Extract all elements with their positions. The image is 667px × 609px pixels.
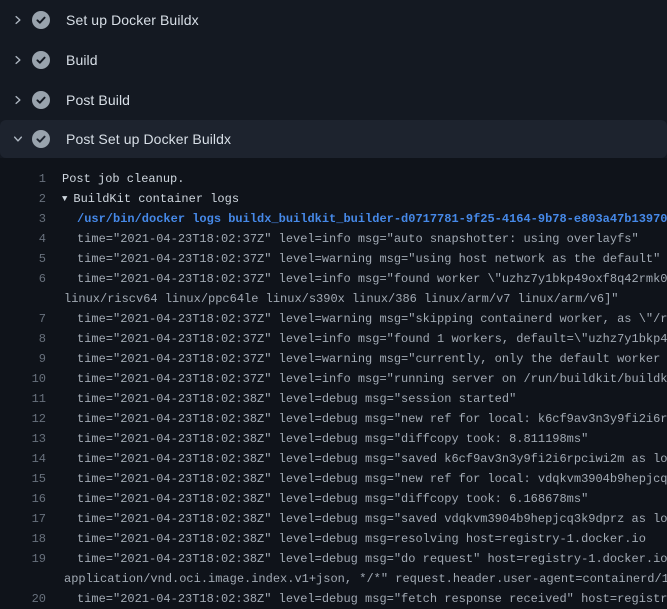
chevron-down-icon [12,133,24,145]
log-line-number[interactable]: 7 [0,309,46,329]
step-label: Post Build [66,92,130,108]
log-line-number[interactable]: 11 [0,389,46,409]
log-line-text: time="2021-04-23T18:02:38Z" level=debug … [46,409,667,429]
chevron-right-icon [12,14,24,26]
log-line: 1Post job cleanup. [0,169,667,189]
chevron-right-icon [12,94,24,106]
log-line: 18time="2021-04-23T18:02:38Z" level=debu… [0,529,667,549]
log-line-number[interactable]: 6 [0,269,46,289]
log-line-text: time="2021-04-23T18:02:38Z" level=debug … [46,489,588,509]
check-circle-icon [32,51,50,69]
log-line: 20time="2021-04-23T18:02:38Z" level=debu… [0,589,667,609]
log-line: 4time="2021-04-23T18:02:37Z" level=info … [0,229,667,249]
log-line: 5time="2021-04-23T18:02:37Z" level=warni… [0,249,667,269]
log-line: 19time="2021-04-23T18:02:38Z" level=debu… [0,549,667,569]
chevron-right-icon [12,54,24,66]
log-line: 6time="2021-04-23T18:02:37Z" level=info … [0,269,667,289]
log-line-number[interactable]: 20 [0,589,46,609]
log-line-number[interactable]: 1 [0,169,46,189]
log-line-text: time="2021-04-23T18:02:37Z" level=warnin… [46,349,667,369]
log-line-text: time="2021-04-23T18:02:38Z" level=debug … [46,549,667,569]
step-row-post-build[interactable]: Post Build [0,80,667,120]
log-line-number[interactable]: 10 [0,369,46,389]
log-line: 17time="2021-04-23T18:02:38Z" level=debu… [0,509,667,529]
log-line-text: time="2021-04-23T18:02:38Z" level=debug … [46,509,667,529]
log-area: 1Post job cleanup.2▼BuildKit container l… [0,160,667,609]
step-row-post-setup-docker-buildx[interactable]: Post Set up Docker Buildx [0,120,667,158]
check-circle-icon [32,130,50,148]
log-line: application/vnd.oci.image.index.v1+json,… [0,569,667,589]
log-line-text: time="2021-04-23T18:02:38Z" level=debug … [46,429,588,449]
log-line-text: Post job cleanup. [46,169,184,189]
log-line-text: time="2021-04-23T18:02:38Z" level=debug … [46,449,667,469]
log-line: 12time="2021-04-23T18:02:38Z" level=debu… [0,409,667,429]
log-line-number[interactable]: 8 [0,329,46,349]
log-line-text: time="2021-04-23T18:02:37Z" level=warnin… [46,309,667,329]
step-row-setup-docker-buildx[interactable]: Set up Docker Buildx [0,0,667,40]
check-circle-icon [32,11,50,29]
log-line-text: time="2021-04-23T18:02:37Z" level=warnin… [46,249,660,269]
log-line-number[interactable]: 15 [0,469,46,489]
log-line-number[interactable]: 5 [0,249,46,269]
log-line-number[interactable]: 19 [0,549,46,569]
log-line-number [0,289,46,309]
log-line-text: time="2021-04-23T18:02:37Z" level=info m… [46,369,667,389]
log-line: 11time="2021-04-23T18:02:38Z" level=debu… [0,389,667,409]
log-line: 13time="2021-04-23T18:02:38Z" level=debu… [0,429,667,449]
log-line: 14time="2021-04-23T18:02:38Z" level=debu… [0,449,667,469]
log-line: 8time="2021-04-23T18:02:37Z" level=info … [0,329,667,349]
log-line: 10time="2021-04-23T18:02:37Z" level=info… [0,369,667,389]
log-line: 7time="2021-04-23T18:02:37Z" level=warni… [0,309,667,329]
log-group-title[interactable]: BuildKit container logs [67,189,239,209]
log-line-text: time="2021-04-23T18:02:38Z" level=debug … [46,469,667,489]
log-line-text: /usr/bin/docker logs buildx_buildkit_bui… [46,209,667,229]
log-line: 16time="2021-04-23T18:02:38Z" level=debu… [0,489,667,509]
log-line: 15time="2021-04-23T18:02:38Z" level=debu… [0,469,667,489]
log-line-number[interactable]: 9 [0,349,46,369]
step-label: Post Set up Docker Buildx [66,131,231,147]
log-line-text: time="2021-04-23T18:02:37Z" level=info m… [46,329,667,349]
log-line-number[interactable]: 18 [0,529,46,549]
check-circle-icon [32,91,50,109]
log-line-number[interactable]: 4 [0,229,46,249]
log-line-text: time="2021-04-23T18:02:38Z" level=debug … [46,529,646,549]
log-line-text: time="2021-04-23T18:02:38Z" level=debug … [46,389,516,409]
log-line-number[interactable]: 12 [0,409,46,429]
log-line-text: time="2021-04-23T18:02:37Z" level=info m… [46,269,667,289]
log-line-text: time="2021-04-23T18:02:38Z" level=debug … [46,589,667,609]
steps-list: Set up Docker Buildx Build Post Build Po… [0,0,667,158]
log-line-number[interactable]: 16 [0,489,46,509]
log-line: 9time="2021-04-23T18:02:37Z" level=warni… [0,349,667,369]
log-line-number[interactable]: 2 [0,189,46,209]
step-row-build[interactable]: Build [0,40,667,80]
log-line-text: time="2021-04-23T18:02:37Z" level=info m… [46,229,639,249]
log-line-number[interactable]: 3 [0,209,46,229]
step-label: Build [66,52,98,68]
log-line-number[interactable]: 17 [0,509,46,529]
log-line-command: 3/usr/bin/docker logs buildx_buildkit_bu… [0,209,667,229]
log-line-number [0,569,46,589]
log-line-text: application/vnd.oci.image.index.v1+json,… [46,569,667,589]
log-line: 2▼BuildKit container logs [0,189,667,209]
log-line-text: linux/riscv64 linux/ppc64le linux/s390x … [46,289,619,309]
group-collapse-triangle-icon[interactable]: ▼ [46,189,67,209]
log-line: linux/riscv64 linux/ppc64le linux/s390x … [0,289,667,309]
log-line-number[interactable]: 13 [0,429,46,449]
log-line-number[interactable]: 14 [0,449,46,469]
step-label: Set up Docker Buildx [66,12,199,28]
